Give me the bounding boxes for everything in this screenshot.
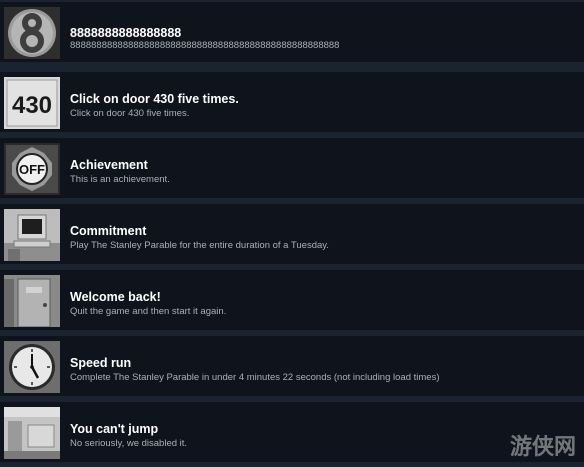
achievement-row[interactable]: Speed run Complete The Stanley Parable i… bbox=[0, 336, 584, 396]
achievement-title: You can't jump bbox=[70, 422, 159, 436]
achievement-list: 8888888888888888 88888888888888888888888… bbox=[0, 0, 584, 467]
achievement-row[interactable]: 8888888888888888 88888888888888888888888… bbox=[0, 2, 584, 62]
achievement-title: Click on door 430 five times. bbox=[70, 92, 239, 106]
off-label: OFF bbox=[19, 162, 45, 177]
achievement-title: 8888888888888888 bbox=[70, 26, 182, 40]
achievement-description: 8888888888888888888888888888888888888888… bbox=[70, 40, 340, 51]
achievement-title: Welcome back! bbox=[70, 290, 161, 304]
office-room-icon bbox=[4, 407, 60, 459]
off-button-icon: OFF bbox=[4, 143, 60, 195]
achievement-description: This is an achievement. bbox=[70, 174, 170, 185]
achievement-row[interactable]: OFF Achievement This is an achievement. bbox=[0, 138, 584, 198]
achievement-title: Commitment bbox=[70, 224, 147, 238]
door-number-text: 430 bbox=[12, 92, 52, 119]
achievement-description: No seriously, we disabled it. bbox=[70, 438, 188, 449]
achievement-title: Speed run bbox=[70, 356, 132, 370]
achievement-row[interactable]: You can't jump No seriously, we disabled… bbox=[0, 402, 584, 462]
office-door-icon bbox=[4, 275, 60, 327]
watermark-logo: 游侠网 bbox=[509, 435, 576, 460]
achievement-row[interactable]: Commitment Play The Stanley Parable for … bbox=[0, 204, 584, 264]
door-number-430-icon: 430 bbox=[4, 77, 60, 129]
achievement-description: Click on door 430 five times. bbox=[70, 108, 190, 119]
achievement-title: Achievement bbox=[70, 158, 148, 172]
eight-ball-icon bbox=[4, 7, 60, 59]
achievement-description: Play The Stanley Parable for the entire … bbox=[70, 240, 329, 251]
achievement-description: Complete The Stanley Parable in under 4 … bbox=[70, 372, 440, 383]
achievement-row[interactable]: 430 Click on door 430 five times. Click … bbox=[0, 72, 584, 132]
computer-monitor-icon bbox=[4, 209, 60, 261]
achievement-row[interactable]: Welcome back! Quit the game and then sta… bbox=[0, 270, 584, 330]
achievement-description: Quit the game and then start it again. bbox=[70, 306, 227, 317]
wall-clock-icon bbox=[4, 341, 60, 393]
